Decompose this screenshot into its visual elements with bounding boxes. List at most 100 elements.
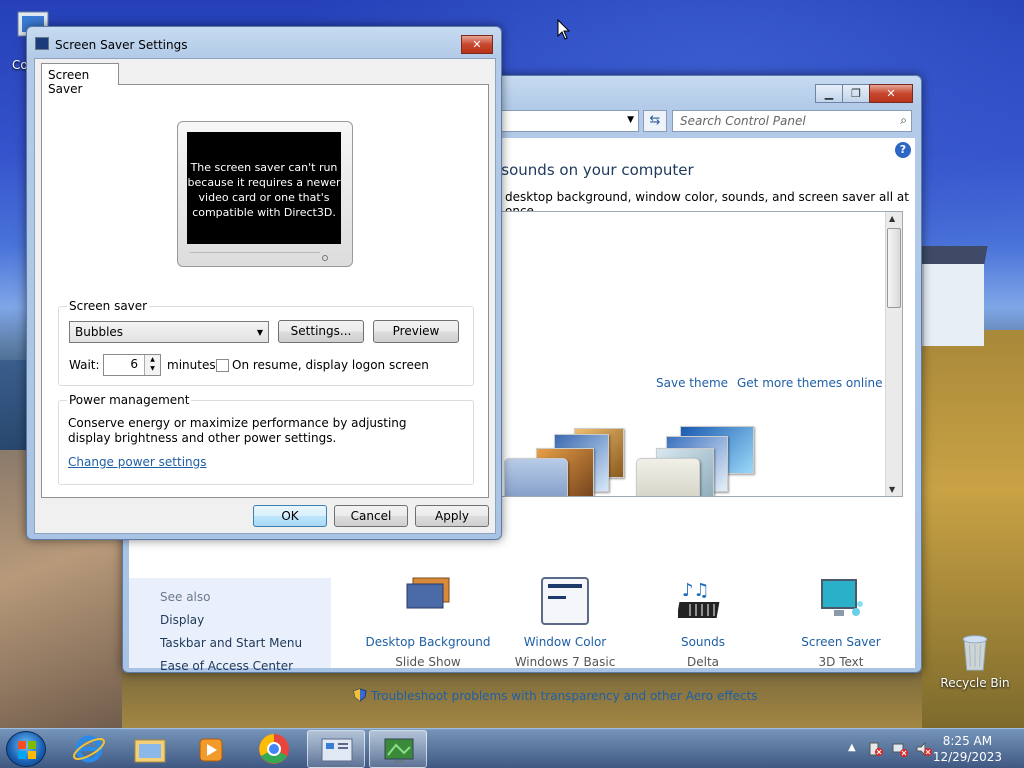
media-player-icon xyxy=(199,738,223,762)
system-tray: ▲ 8:25 AM 12/29/2023 xyxy=(824,729,1024,768)
scroll-up-icon[interactable]: ▲ xyxy=(889,214,895,223)
see-also-ease-of-access-link[interactable]: Ease of Access Center xyxy=(160,659,293,673)
desktop-background-value: Slide Show xyxy=(395,655,461,669)
screen-saver-value: 3D Text xyxy=(818,655,864,669)
window-color-value: Windows 7 Basic xyxy=(514,655,616,669)
get-more-themes-link[interactable]: Get more themes online xyxy=(737,376,883,390)
see-also-display-link[interactable]: Display xyxy=(160,613,204,627)
taskbar-chrome[interactable] xyxy=(245,730,303,768)
stepper-arrows[interactable]: ▲ ▼ xyxy=(144,355,160,375)
shield-icon xyxy=(353,688,367,702)
window-caption-buttons: ▁ ❐ ✕ xyxy=(815,84,913,103)
mouse-cursor-icon xyxy=(557,19,571,40)
troubleshoot-label: Troubleshoot problems with transparency … xyxy=(371,689,758,703)
recycle-bin-icon xyxy=(962,635,988,671)
folder-icon xyxy=(134,739,166,763)
restore-icon: ❐ xyxy=(851,87,861,100)
themes-scrollbar[interactable]: ▲ ▼ xyxy=(885,212,902,496)
desktop-background-category[interactable]: Desktop Background Slide Show xyxy=(358,576,498,669)
change-power-settings-link[interactable]: Change power settings xyxy=(68,455,207,469)
refresh-button[interactable]: ⇆ xyxy=(643,110,667,132)
search-icon[interactable]: ⌕ xyxy=(900,113,907,128)
dialog-close-button[interactable]: ✕ xyxy=(461,35,493,54)
taskbar-windows-explorer[interactable] xyxy=(121,730,179,768)
cancel-button[interactable]: Cancel xyxy=(334,505,408,527)
wallpaper-house xyxy=(922,254,984,346)
control-panel-icon xyxy=(321,738,353,762)
resume-logon-label[interactable]: On resume, display logon screen xyxy=(232,358,429,372)
search-input[interactable]: Search Control Panel ⌕ xyxy=(672,110,912,132)
chrome-icon xyxy=(259,734,289,764)
show-hidden-icons-icon[interactable]: ▲ xyxy=(848,742,856,753)
see-also-taskbar-link[interactable]: Taskbar and Start Menu xyxy=(160,636,302,650)
minimize-button[interactable]: ▁ xyxy=(815,84,843,103)
taskbar-control-panel[interactable] xyxy=(307,730,365,768)
scroll-down-icon[interactable]: ▼ xyxy=(889,485,895,494)
scrollbar-thumb[interactable] xyxy=(887,228,901,308)
minutes-label: minutes xyxy=(167,358,216,372)
power-management-label: Power management xyxy=(67,393,192,407)
wait-minutes-stepper[interactable]: 6 ▲ ▼ xyxy=(103,354,161,376)
address-bar[interactable]: on ▼ xyxy=(479,110,639,132)
taskbar-media-player[interactable] xyxy=(182,730,240,768)
theme-thumbnail-nature[interactable] xyxy=(636,424,766,496)
screen-saver-group-label: Screen saver xyxy=(67,299,150,313)
clock[interactable]: 8:25 AM 12/29/2023 xyxy=(933,733,1002,765)
ok-button[interactable]: OK xyxy=(253,505,327,527)
dialog-title: Screen Saver Settings xyxy=(55,38,188,52)
volume-muted-icon[interactable] xyxy=(916,741,932,757)
dialog-body: Screen Saver The screen saver can't run … xyxy=(34,58,496,534)
close-icon: ✕ xyxy=(886,87,896,100)
taskbar: ▲ 8:25 AM 12/29/2023 xyxy=(0,728,1024,768)
tab-screen-saver[interactable]: Screen Saver xyxy=(41,63,119,96)
themes-list[interactable]: ▲ ▼ Save theme Get more themes online xyxy=(501,211,903,497)
page-title: d sounds on your computer xyxy=(487,161,694,179)
sounds-value: Delta xyxy=(686,655,719,669)
settings-button[interactable]: Settings... xyxy=(278,320,364,343)
screen-saver-icon xyxy=(821,579,863,616)
theme-thumbnail-landscapes[interactable] xyxy=(504,424,634,496)
screen-saver-label: Screen Saver xyxy=(801,635,881,649)
chevron-down-icon: ▼ xyxy=(256,328,263,337)
apply-button[interactable]: Apply xyxy=(415,505,489,527)
window-color-category[interactable]: Window Color Windows 7 Basic xyxy=(495,576,635,669)
window-color-icon xyxy=(541,577,589,625)
see-also-sidebar: See also Display Taskbar and Start Menu … xyxy=(129,578,331,673)
help-icon[interactable]: ? xyxy=(895,142,911,158)
refresh-icon: ⇆ xyxy=(649,113,661,128)
screen-saver-select[interactable]: Bubbles ▼ xyxy=(69,321,269,343)
taskbar-internet-explorer[interactable] xyxy=(60,730,118,768)
close-icon: ✕ xyxy=(472,38,482,51)
save-theme-link[interactable]: Save theme xyxy=(656,376,728,390)
chevron-up-icon[interactable]: ▲ xyxy=(150,356,155,363)
desktop-background-icon xyxy=(406,577,450,609)
sounds-category[interactable]: ♪♫ Sounds Delta xyxy=(633,576,773,669)
taskbar-screen-saver-settings[interactable] xyxy=(369,730,427,768)
power-management-group: Power management Conserve energy or maxi… xyxy=(58,393,474,485)
desktop-icon-label: Recycle Bin xyxy=(940,676,1010,690)
desktop-background-label: Desktop Background xyxy=(365,635,491,649)
desktop-icon-recycle-bin[interactable]: Recycle Bin xyxy=(940,632,1010,690)
internet-explorer-icon xyxy=(72,735,106,763)
action-center-icon[interactable] xyxy=(868,741,884,757)
resume-logon-checkbox[interactable] xyxy=(216,359,229,372)
troubleshoot-link[interactable]: Troubleshoot problems with transparency … xyxy=(353,688,758,703)
close-button[interactable]: ✕ xyxy=(869,84,913,103)
restore-button[interactable]: ❐ xyxy=(842,84,870,103)
screen-saver-group: Screen saver Bubbles ▼ Settings... Previ… xyxy=(58,299,474,386)
preview-monitor: The screen saver can't run because it re… xyxy=(177,121,353,267)
chevron-down-icon[interactable]: ▼ xyxy=(150,365,155,372)
start-button[interactable] xyxy=(6,731,46,767)
screen-saver-category[interactable]: Screen Saver 3D Text xyxy=(771,576,911,669)
network-icon[interactable] xyxy=(892,741,908,757)
preview-button[interactable]: Preview xyxy=(373,320,459,343)
screen-saver-settings-dialog[interactable]: Screen Saver Settings ✕ Screen Saver The… xyxy=(26,26,502,540)
chevron-down-icon[interactable]: ▼ xyxy=(627,115,634,125)
sounds-label: Sounds xyxy=(680,635,726,649)
sounds-icon: ♪♫ xyxy=(676,580,720,618)
clock-time: 8:25 AM xyxy=(942,734,993,748)
see-also-heading: See also xyxy=(160,590,211,604)
search-placeholder: Search Control Panel xyxy=(680,114,806,128)
tab-panel: The screen saver can't run because it re… xyxy=(41,84,489,498)
minimize-icon: ▁ xyxy=(824,87,834,100)
